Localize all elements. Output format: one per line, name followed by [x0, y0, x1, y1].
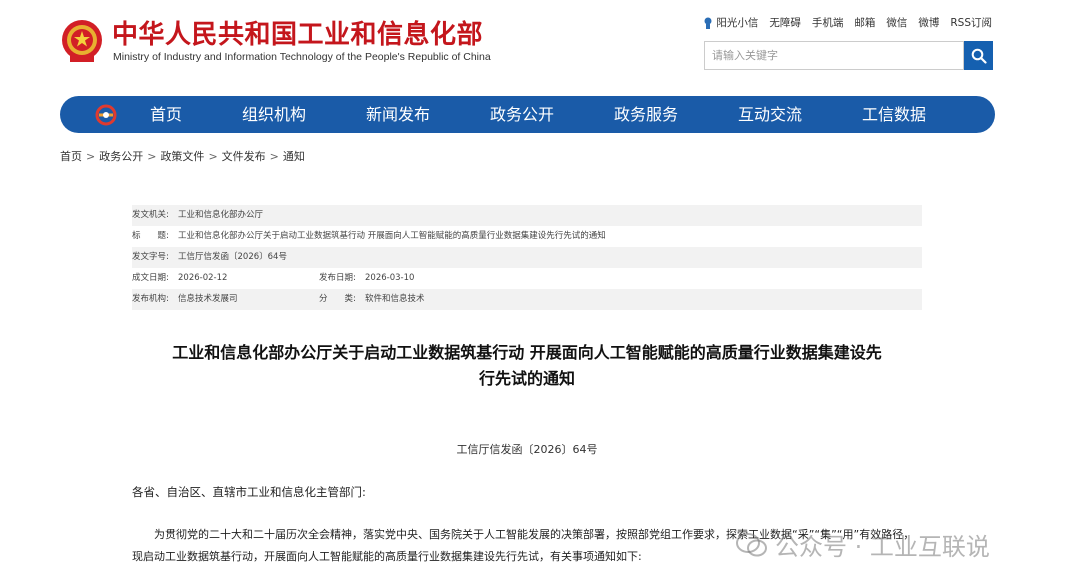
- meta-label: 发文字号:: [132, 252, 169, 262]
- top-links: 阳光小信 无障碍 手机端 邮箱 微信 微博 RSS订阅: [703, 15, 992, 30]
- breadcrumb-home[interactable]: 首页: [60, 150, 82, 163]
- meta-row-dates: 成文日期: 2026-02-12 发布日期: 2026-03-10: [132, 268, 922, 289]
- meta-value: 软件和信息技术: [365, 294, 425, 304]
- meta-row-org: 发布机构: 信息技术发展司 分 类: 软件和信息技术: [132, 289, 922, 310]
- meta-value: 2026-02-12: [178, 273, 228, 283]
- ministry-logo-icon: [95, 104, 117, 126]
- toplink-wechat[interactable]: 微信: [886, 15, 907, 30]
- toplink-rss[interactable]: RSS订阅: [950, 15, 992, 30]
- breadcrumb-gov-affairs[interactable]: 政务公开: [99, 150, 143, 163]
- breadcrumb-policy-docs[interactable]: 政策文件: [160, 150, 204, 163]
- watermark: 公众号 · 工业互联说: [735, 527, 990, 562]
- mascot-icon: [704, 17, 712, 29]
- breadcrumb-separator: >: [208, 150, 218, 163]
- wechat-icon: [736, 532, 767, 556]
- search-input[interactable]: 请输入关键字: [704, 41, 964, 70]
- meta-label: 标 题:: [132, 231, 169, 241]
- nav-services[interactable]: 政务服务: [614, 96, 678, 133]
- national-emblem-icon: [62, 20, 102, 62]
- meta-row-docno: 发文字号: 工信厅信发函〔2026〕64号: [132, 247, 922, 268]
- toplink-mobile[interactable]: 手机端: [812, 15, 844, 30]
- document-meta-table: 发文机关: 工业和信息化部办公厅 标 题: 工业和信息化部办公厅关于启动工业数据…: [132, 205, 922, 310]
- nav-data[interactable]: 工信数据: [862, 96, 926, 133]
- search-icon: [971, 48, 987, 64]
- nav-home[interactable]: 首页: [150, 96, 182, 133]
- meta-value: 工业和信息化部办公厅: [178, 210, 264, 220]
- search-button[interactable]: [964, 41, 993, 70]
- breadcrumb-doc-release[interactable]: 文件发布: [222, 150, 266, 163]
- nav-interaction[interactable]: 互动交流: [738, 96, 802, 133]
- meta-value: 工业和信息化部办公厅关于启动工业数据筑基行动 开展面向人工智能赋能的高质量行业数…: [178, 231, 606, 241]
- toplink-accessibility[interactable]: 无障碍: [769, 15, 801, 30]
- meta-label: 成文日期:: [132, 273, 169, 283]
- meta-row-title: 标 题: 工业和信息化部办公厅关于启动工业数据筑基行动 开展面向人工智能赋能的高…: [132, 226, 922, 247]
- meta-label: 发布机构:: [132, 294, 169, 304]
- breadcrumb: 首页 > 政务公开 > 政策文件 > 文件发布 > 通知: [60, 148, 305, 164]
- toplink-label: 阳光小信: [716, 17, 759, 29]
- document-addressee: 各省、自治区、直辖市工业和信息化主管部门:: [132, 485, 366, 499]
- document-title: 工业和信息化部办公厅关于启动工业数据筑基行动 开展面向人工智能赋能的高质量行业数…: [132, 340, 922, 392]
- meta-value: 2026-03-10: [365, 273, 415, 283]
- meta-value: 工信厅信发函〔2026〕64号: [178, 252, 287, 262]
- meta-label: 发文机关:: [132, 210, 169, 220]
- breadcrumb-separator: >: [269, 150, 279, 163]
- nav-organization[interactable]: 组织机构: [242, 96, 306, 133]
- toplink-weibo[interactable]: 微博: [918, 15, 939, 30]
- meta-label: 发布日期:: [319, 273, 356, 283]
- document-number: 工信厅信发函〔2026〕64号: [456, 443, 598, 456]
- breadcrumb-notice[interactable]: 通知: [283, 150, 305, 163]
- toplink-mail[interactable]: 邮箱: [854, 15, 875, 30]
- breadcrumb-separator: >: [86, 150, 96, 163]
- toplink-sunshine[interactable]: 阳光小信: [703, 15, 758, 30]
- nav-news[interactable]: 新闻发布: [366, 96, 430, 133]
- nav-government-affairs[interactable]: 政务公开: [490, 96, 554, 133]
- meta-value: 信息技术发展司: [178, 294, 238, 304]
- breadcrumb-separator: >: [147, 150, 157, 163]
- document-title-line: 工业和信息化部办公厅关于启动工业数据筑基行动 开展面向人工智能赋能的高质量行业数…: [172, 343, 882, 362]
- site-title: 中华人民共和国工业和信息化部: [112, 20, 484, 50]
- meta-row-issuer: 发文机关: 工业和信息化部办公厅: [132, 205, 922, 226]
- document-title-line: 行先试的通知: [478, 369, 575, 388]
- site-subtitle: Ministry of Industry and Information Tec…: [113, 51, 491, 63]
- meta-label: 分 类:: [319, 294, 356, 304]
- watermark-text: 公众号 · 工业互联说: [775, 533, 990, 561]
